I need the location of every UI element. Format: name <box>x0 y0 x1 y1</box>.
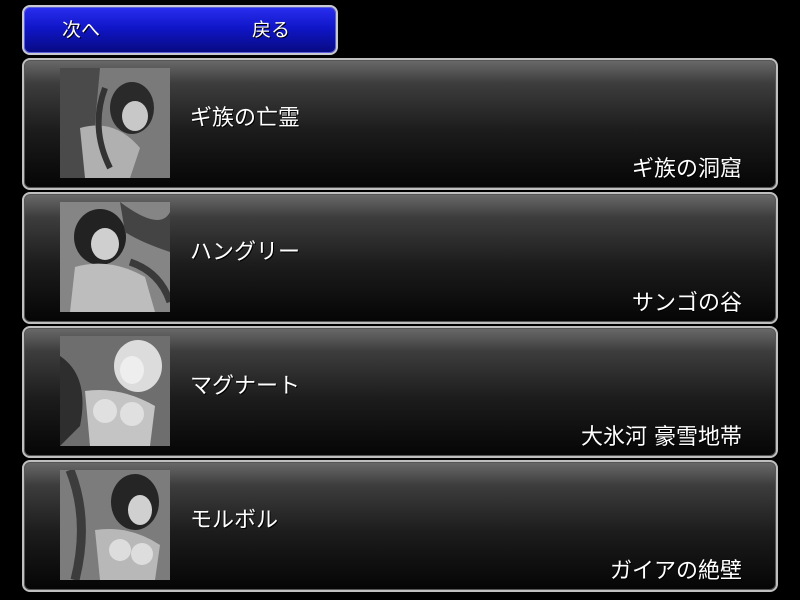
monster-scene-thumbnail-icon <box>60 470 170 580</box>
entry-location: ギ族の洞窟 <box>631 157 742 182</box>
monster-scene-thumbnail-icon <box>60 68 170 178</box>
monster-scene-thumbnail-icon <box>60 336 170 446</box>
back-button[interactable]: 戻る <box>252 7 290 53</box>
entry-location: ガイアの絶壁 <box>609 559 742 584</box>
list-item[interactable]: モルボル ガイアの絶壁 <box>22 460 778 592</box>
entry-location: サンゴの谷 <box>631 291 742 316</box>
nav-panel: 次へ 戻る <box>22 5 338 55</box>
list-item[interactable]: ギ族の亡霊 ギ族の洞窟 <box>22 58 778 190</box>
entry-title: モルボル <box>190 508 279 533</box>
entry-location: 大氷河 豪雪地帯 <box>581 425 742 450</box>
entry-title: ギ族の亡霊 <box>190 106 301 131</box>
list-item[interactable]: マグナート 大氷河 豪雪地帯 <box>22 326 778 458</box>
monster-scene-thumbnail-icon <box>60 202 170 312</box>
next-button[interactable]: 次へ <box>62 7 100 53</box>
list-item[interactable]: ハングリー サンゴの谷 <box>22 192 778 324</box>
entry-title: マグナート <box>190 374 301 399</box>
entry-title: ハングリー <box>190 240 301 265</box>
